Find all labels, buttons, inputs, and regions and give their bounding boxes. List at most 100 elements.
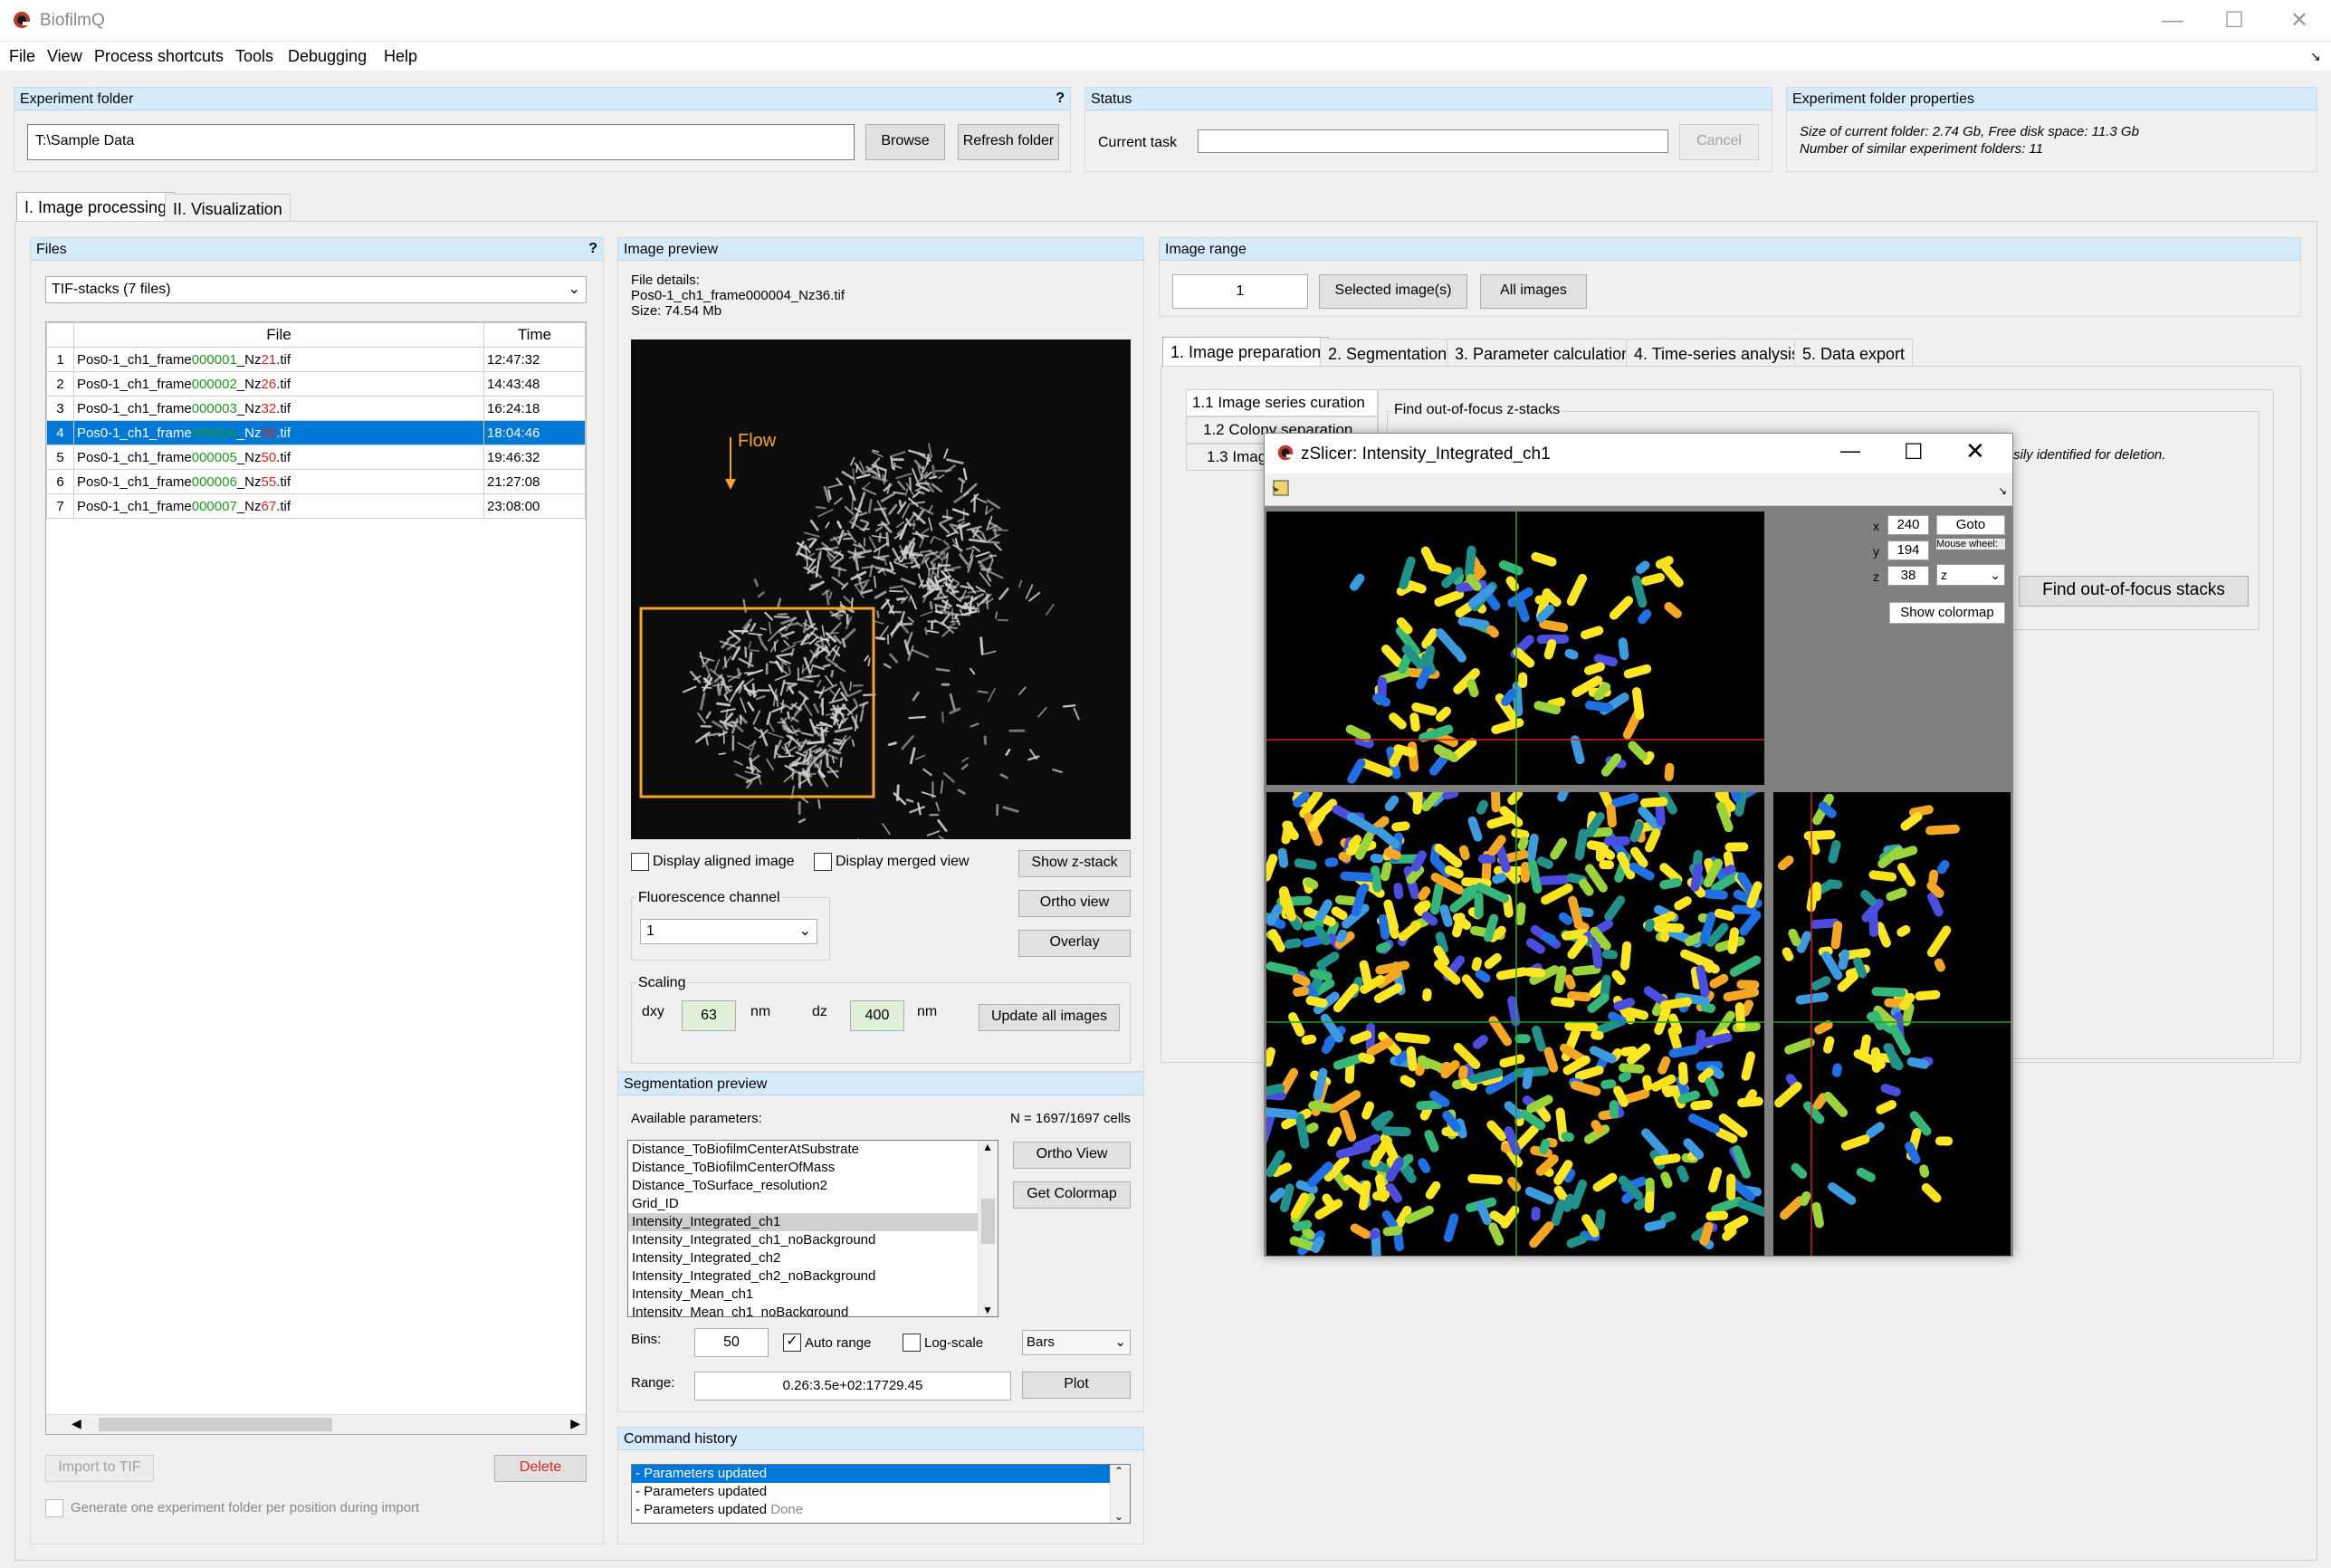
goto-button[interactable]: Goto [1936,515,2005,535]
table-row[interactable]: 2 Pos0-1_ch1_frame000002_Nz26.tif 14:43:48 [46,371,586,397]
data-cursor-icon[interactable] [1270,479,1290,499]
xz-slice-view[interactable] [1266,512,1764,785]
scroll-right-icon[interactable]: ▶ [570,1416,580,1431]
table-row[interactable]: 3 Pos0-1_ch1_frame000003_Nz32.tif 16:24:18 [46,396,586,421]
history-item[interactable]: - Parameters updated [632,1483,1130,1501]
file-type-select[interactable]: TIF-stacks (7 files) ⌄ [45,276,587,303]
parameter-item[interactable]: Distance_ToSurface_resolution2 [628,1177,998,1195]
xy-slice-view[interactable] [1266,792,1764,1256]
scroll-left-icon[interactable]: ◀ [72,1416,81,1431]
selected-images-button[interactable]: Selected image(s) [1319,274,1467,309]
bins-input[interactable]: 50 [694,1328,769,1357]
parameter-item[interactable]: Distance_ToBiofilmCenterAtSubstrate [628,1141,998,1159]
menu-help[interactable]: Help [384,47,417,66]
files-help-icon[interactable]: ? [588,241,597,257]
subtab-image-series-curation[interactable]: 1.1 Image series curation [1186,389,1378,416]
tab-data-export[interactable]: 5. Data export [1794,339,1914,369]
file-name-cell[interactable]: Pos0-1_ch1_frame000006_Nz55.tif [73,469,484,494]
show-z-stack-button[interactable]: Show z-stack [1018,850,1131,877]
ortho-view-button[interactable]: Ortho view [1018,890,1131,917]
update-all-images-button[interactable]: Update all images [979,1004,1120,1031]
table-row[interactable]: 4 Pos0-1_ch1_frame000004_Nz36.tif 18:04:46 [46,420,586,445]
file-name-cell[interactable]: Pos0-1_ch1_frame000001_Nz21.tif [73,347,484,372]
z-coordinate-input[interactable]: 38 [1887,566,1929,586]
file-name-cell[interactable]: Pos0-1_ch1_frame000003_Nz32.tif [73,396,484,421]
segmentation-ortho-view-button[interactable]: Ortho View [1013,1142,1131,1169]
all-images-button[interactable]: All images [1480,274,1587,309]
file-name-cell[interactable]: Pos0-1_ch1_frame000005_Nz50.tif [73,445,484,470]
range-input[interactable]: 0.26:3.5e+02:17729.45 [694,1372,1011,1401]
parameter-item[interactable]: Intensity_Integrated_ch2 [628,1249,998,1267]
microscopy-preview-image[interactable]: Flow [631,339,1131,839]
scroll-down-icon[interactable]: ▼ [982,1304,993,1316]
parameter-item[interactable]: Intensity_Mean_ch1_noBackground [628,1304,998,1316]
parameters-list[interactable]: Distance_ToBiofilmCenterAtSubstrate Dista… [627,1140,998,1317]
scroll-up-icon[interactable]: ▲ [982,1141,993,1153]
command-history-list[interactable]: - Parameters updated - Parameters update… [631,1464,1131,1524]
help-icon[interactable]: ? [1056,91,1065,107]
menu-process-shortcuts[interactable]: Process shortcuts [94,47,224,66]
scrollbar-thumb[interactable] [981,1199,995,1244]
table-row[interactable]: 5 Pos0-1_ch1_frame000005_Nz50.tif 19:46:32 [46,445,586,470]
parameter-item[interactable]: Intensity_Integrated_ch2_noBackground [628,1267,998,1286]
generate-folder-checkbox[interactable] [45,1499,63,1517]
file-name-cell[interactable]: Pos0-1_ch1_frame000004_Nz36.tif [73,420,484,445]
tab-image-processing[interactable]: I. Image processing [16,192,176,223]
table-row[interactable]: 1 Pos0-1_ch1_frame000001_Nz21.tif 12:47:32 [46,347,586,372]
show-colormap-button[interactable]: Show colormap [1889,602,2005,624]
image-range-input[interactable]: 1 [1172,274,1308,309]
scroll-up-icon[interactable]: ⌃ [1114,1465,1123,1477]
menu-tools[interactable]: Tools [235,47,273,66]
x-coordinate-input[interactable]: 240 [1887,515,1929,535]
dxy-input[interactable]: 63 [682,1000,736,1031]
auto-range-checkbox[interactable]: ✓ [783,1334,801,1352]
parameters-scrollbar[interactable]: ▲ ▼ [978,1141,998,1316]
parameter-item[interactable]: Intensity_Mean_ch1 [628,1286,998,1304]
zslicer-dock-icon[interactable]: ↘ [1998,484,2007,497]
y-coordinate-input[interactable]: 194 [1887,540,1929,560]
cancel-button[interactable]: Cancel [1679,124,1759,160]
file-name-cell[interactable]: Pos0-1_ch1_frame000002_Nz26.tif [73,371,484,397]
scrollbar-thumb[interactable] [99,1418,332,1431]
mouse-wheel-select[interactable]: z ⌄ [1936,564,2005,586]
column-file[interactable]: File [73,322,484,348]
files-horizontal-scrollbar[interactable]: ◀ ▶ [46,1414,586,1434]
table-row[interactable]: 6 Pos0-1_ch1_frame000006_Nz55.tif 21:27:08 [46,469,586,494]
browse-button[interactable]: Browse [865,124,945,160]
table-row[interactable]: 7 Pos0-1_ch1_frame000007_Nz67.tif 23:08:00 [46,493,586,519]
parameter-item[interactable]: Intensity_Integrated_ch1 [628,1213,998,1231]
plot-type-select[interactable]: Bars ⌄ [1022,1330,1131,1355]
column-time[interactable]: Time [483,322,586,348]
close-icon[interactable]: ✕ [2281,7,2317,34]
tab-visualization[interactable]: II. Visualization [165,194,291,225]
tab-segmentation[interactable]: 2. Segmentation [1320,339,1456,369]
minimize-icon[interactable]: — [2154,7,2191,34]
fluorescence-channel-select[interactable]: 1 ⌄ [640,919,817,944]
log-scale-checkbox[interactable] [903,1334,921,1352]
tab-parameter-calculation[interactable]: 3. Parameter calculation [1447,339,1639,369]
overlay-button[interactable]: Overlay [1018,930,1131,957]
experiment-folder-path-input[interactable]: T:\Sample Data [27,124,855,160]
menu-debugging[interactable]: Debugging [288,47,367,66]
dz-input[interactable]: 400 [850,1000,904,1031]
history-item[interactable]: - Parameters updated [632,1465,1130,1483]
plot-button[interactable]: Plot [1022,1372,1131,1399]
maximize-icon[interactable]: ☐ [2216,7,2252,34]
display-merged-checkbox[interactable] [814,853,832,871]
import-to-tif-button[interactable]: Import to TIF [45,1455,154,1482]
yz-slice-view[interactable] [1773,792,2011,1256]
get-colormap-button[interactable]: Get Colormap [1013,1181,1131,1209]
zslicer-maximize-icon[interactable]: ☐ [1904,439,1924,465]
scroll-down-icon[interactable]: ⌄ [1114,1510,1123,1523]
delete-button[interactable]: Delete [494,1455,587,1482]
tab-image-preparation[interactable]: 1. Image preparation [1162,337,1330,368]
tab-time-series-analysis[interactable]: 4. Time-series analysis [1626,339,1809,369]
menu-view[interactable]: View [47,47,82,66]
dock-arrow-icon[interactable]: ↘ [2310,49,2321,64]
zslicer-minimize-icon[interactable]: — [1840,439,1860,463]
refresh-folder-button[interactable]: Refresh folder [958,124,1059,160]
display-aligned-checkbox[interactable] [631,853,649,871]
file-name-cell[interactable]: Pos0-1_ch1_frame000007_Nz67.tif [73,493,484,519]
menu-file[interactable]: File [9,47,35,66]
parameter-item[interactable]: Distance_ToBiofilmCenterOfMass [628,1159,998,1177]
